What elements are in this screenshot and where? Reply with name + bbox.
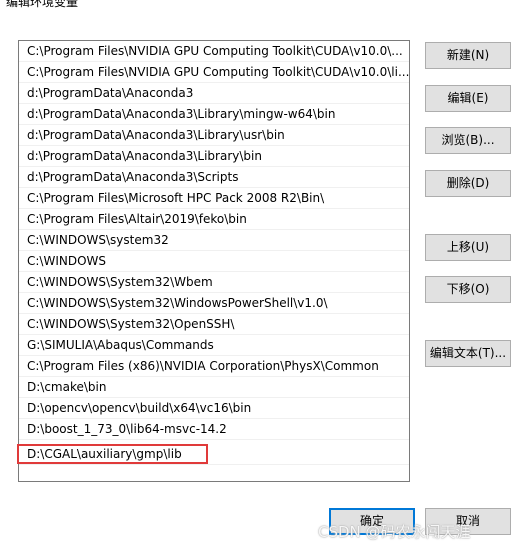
window-title: 编辑环境变量	[6, 0, 79, 9]
path-item[interactable]: d:\ProgramData\Anaconda3\Library\bin	[19, 146, 409, 167]
path-item[interactable]: d:\ProgramData\Anaconda3\Library\usr\bin	[19, 125, 409, 146]
path-item[interactable]: G:\SIMULIA\Abaqus\Commands	[19, 335, 409, 356]
path-item[interactable]: C:\Program Files (x86)\NVIDIA Corporatio…	[19, 356, 409, 377]
path-item[interactable]: d:\ProgramData\Anaconda3	[19, 83, 409, 104]
path-item[interactable]: D:\opencv\opencv\build\x64\vc16\bin	[19, 398, 409, 419]
move-up-button[interactable]: 上移(U)	[425, 234, 511, 261]
path-item[interactable]: C:\WINDOWS\System32\OpenSSH\	[19, 314, 409, 335]
highlight-box	[17, 444, 208, 464]
path-list[interactable]: C:\Program Files\NVIDIA GPU Computing To…	[18, 40, 410, 482]
path-item[interactable]: d:\ProgramData\Anaconda3\Scripts	[19, 167, 409, 188]
browse-button[interactable]: 浏览(B)...	[425, 127, 511, 154]
ok-button[interactable]: 确定	[329, 508, 415, 535]
path-item[interactable]: C:\WINDOWS\System32\Wbem	[19, 272, 409, 293]
delete-button[interactable]: 删除(D)	[425, 170, 511, 197]
edit-text-button[interactable]: 编辑文本(T)...	[425, 340, 511, 367]
path-item[interactable]: C:\Program Files\NVIDIA GPU Computing To…	[19, 62, 409, 83]
path-item[interactable]: d:\ProgramData\Anaconda3\Library\mingw-w…	[19, 104, 409, 125]
cancel-button[interactable]: 取消	[425, 508, 511, 535]
path-item[interactable]: D:\boost_1_73_0\lib64-msvc-14.2	[19, 419, 409, 440]
new-button[interactable]: 新建(N)	[425, 42, 511, 69]
edit-button[interactable]: 编辑(E)	[425, 85, 511, 112]
move-down-button[interactable]: 下移(O)	[425, 276, 511, 303]
path-item[interactable]: C:\Program Files\Microsoft HPC Pack 2008…	[19, 188, 409, 209]
path-item[interactable]: C:\Program Files\NVIDIA GPU Computing To…	[19, 41, 409, 62]
path-item[interactable]: C:\Program Files\Altair\2019\feko\bin	[19, 209, 409, 230]
path-item[interactable]: C:\WINDOWS	[19, 251, 409, 272]
path-item[interactable]: C:\WINDOWS\system32	[19, 230, 409, 251]
path-item[interactable]: C:\WINDOWS\System32\WindowsPowerShell\v1…	[19, 293, 409, 314]
path-item[interactable]: D:\cmake\bin	[19, 377, 409, 398]
